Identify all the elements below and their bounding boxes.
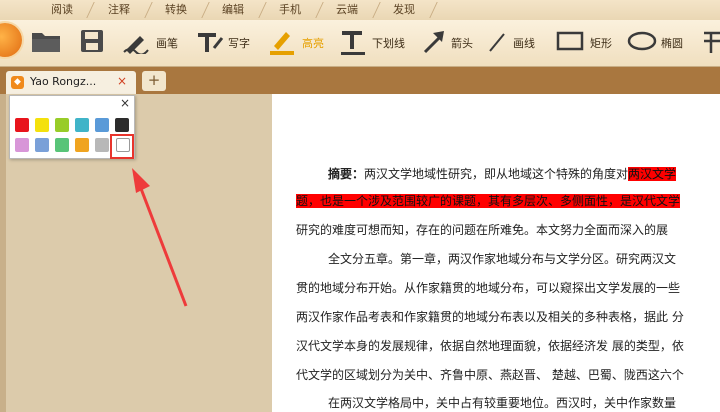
callout-arrow — [132, 168, 188, 307]
